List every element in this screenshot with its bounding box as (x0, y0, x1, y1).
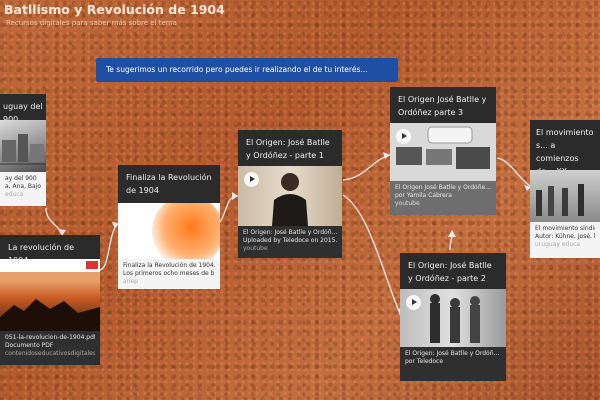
card-body: 051-la-revolucion-de-1904.pdf Documento … (0, 331, 100, 365)
card-line-2: Autor: Kühne, José, bajo... (535, 233, 595, 240)
card-el-movimiento[interactable]: El movimiento s... a comienzos de... XX … (530, 120, 600, 258)
card-thumbnail (530, 170, 600, 222)
card-body: El Origen José Batlle y Ordóñe... por Ya… (390, 181, 496, 215)
suggestion-banner: Te sugerimos un recorrido pero puedes ir… (96, 58, 398, 82)
card-body: El Origen: José Batlle y Ordóñ... Upload… (238, 226, 342, 258)
card-line-3: anep (123, 278, 138, 285)
card-line-1: ay del 900 (5, 175, 37, 182)
card-line-3: uruguay educa (535, 241, 581, 248)
play-icon[interactable] (396, 129, 411, 144)
card-body: Finaliza la Revolución de 1904... Los pr… (118, 259, 220, 289)
card-line-1: 051-la-revolucion-de-1904.pdf (5, 334, 95, 341)
workers-photo-icon (536, 184, 584, 216)
card-uruguay-del-900[interactable]: uguay del 900 ay del 900 a, Ana, Bajo li… (0, 94, 46, 206)
card-line-3: contenidoseducativosdigitales.ed (5, 350, 95, 357)
orange-circle-icon (152, 203, 220, 259)
card-la-revolucion-de-1904[interactable]: La revolución de 1904 051-la-revolucion-… (0, 235, 100, 365)
landscape-icon (0, 261, 100, 331)
card-finaliza-la-revolucion[interactable]: Finaliza la Revolución de 1904 Finaliza … (118, 165, 220, 289)
card-title: El Origen: José Batlle y Ordóñez - parte… (400, 253, 506, 289)
city-photo-icon (0, 134, 46, 165)
card-body: El movimiento sindical... Autor: Kühne, … (530, 222, 600, 258)
card-line-1: Finaliza la Revolución de 1904... (123, 262, 215, 269)
card-line-2: a, Ana, Bajo licencia... (5, 183, 41, 190)
card-title: La revolución de 1904 (0, 235, 100, 259)
card-title: El Origen: José Batlle y Ordóñez - parte… (238, 130, 342, 166)
card-line-2: por Yamila Cabrera (395, 192, 452, 199)
card-title: Finaliza la Revolución de 1904 (118, 165, 220, 203)
play-icon[interactable] (406, 295, 421, 310)
card-title: El Origen José Batlle y Ordóñez parte 3 (390, 87, 496, 123)
card-el-origen-parte-3[interactable]: El Origen José Batlle y Ordóñez parte 3 … (390, 87, 496, 215)
card-line-3: youtube (395, 200, 420, 207)
card-title: El movimiento s... a comienzos de... XX (530, 120, 600, 170)
card-el-origen-parte-1[interactable]: El Origen: José Batlle y Ordóñez - parte… (238, 130, 342, 258)
card-thumbnail (238, 166, 342, 226)
card-thumbnail (0, 120, 46, 172)
card-body: El Origen: José Batlle y Ordóñ... por Te… (400, 347, 506, 381)
card-thumbnail (400, 289, 506, 347)
card-line-1: El movimiento sindical... (535, 225, 595, 232)
card-line-2: Documento PDF (5, 342, 54, 349)
play-icon[interactable] (244, 172, 259, 187)
card-line-2: por Teledoce (405, 358, 444, 365)
card-thumbnail (0, 259, 100, 331)
card-line-2: Uploaded by Teledoce on 2015... (243, 237, 337, 244)
card-body: ay del 900 a, Ana, Bajo licencia... educ… (0, 172, 46, 206)
card-line-1: El Origen: José Batlle y Ordóñ... (405, 350, 500, 357)
card-thumbnail (390, 123, 496, 181)
card-line-2: Los primeros ocho meses de b... (123, 270, 215, 277)
card-line-3: educa (5, 191, 24, 198)
card-el-origen-parte-2[interactable]: El Origen: José Batlle y Ordóñez - parte… (400, 253, 506, 381)
card-line-1: El Origen: José Batlle y Ordóñ... (243, 229, 337, 236)
card-thumbnail (118, 203, 220, 259)
card-line-3: youtube (243, 245, 268, 252)
card-title: uguay del 900 (0, 94, 46, 120)
card-line-1: El Origen José Batlle y Ordóñe... (395, 184, 491, 191)
